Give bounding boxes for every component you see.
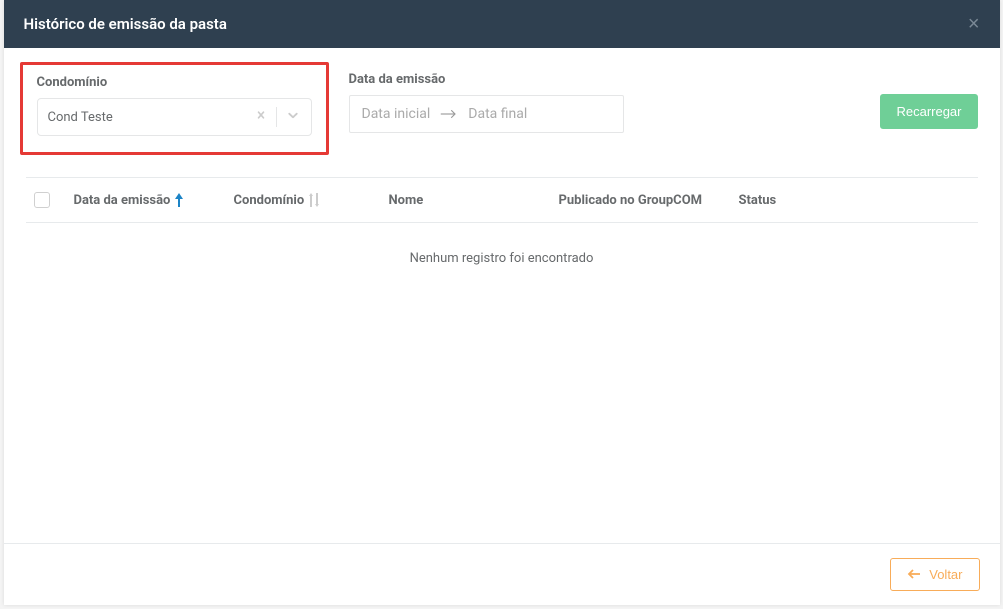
date-filter-group: Data da emissão Data inicial Data final	[349, 68, 624, 133]
column-header-status[interactable]: Status	[739, 193, 859, 208]
sort-icon	[308, 193, 320, 207]
modal-header: Histórico de emissão da pasta ×	[4, 0, 1000, 48]
select-divider	[276, 107, 277, 127]
column-label: Publicado no GroupCOM	[559, 193, 703, 208]
date-range-input[interactable]: Data inicial Data final	[349, 95, 624, 133]
empty-state-message: Nenhum registro foi encontrado	[26, 223, 978, 294]
back-button-label: Voltar	[929, 567, 962, 582]
condominio-label: Condomínio	[37, 75, 312, 90]
select-indicators	[254, 107, 301, 127]
column-header-publicado[interactable]: Publicado no GroupCOM	[559, 193, 739, 208]
table-header-row: Data da emissão Condomínio Nome Publicad…	[26, 178, 978, 223]
date-emissao-label: Data da emissão	[349, 72, 624, 87]
select-all-cell	[34, 192, 74, 208]
condominio-select[interactable]: Cond Teste	[37, 98, 312, 136]
filters-row: Condomínio Cond Teste	[26, 68, 978, 155]
results-table: Data da emissão Condomínio Nome Publicad…	[26, 177, 978, 294]
clear-icon[interactable]	[254, 108, 268, 126]
column-label: Condomínio	[234, 193, 305, 208]
arrow-left-icon	[907, 567, 921, 582]
date-start-placeholder: Data inicial	[362, 106, 431, 122]
column-header-condominio[interactable]: Condomínio	[234, 193, 389, 208]
condominio-filter-group: Condomínio Cond Teste	[37, 75, 312, 136]
column-label: Status	[739, 193, 777, 208]
column-header-nome[interactable]: Nome	[389, 193, 559, 208]
close-icon: ×	[968, 13, 980, 35]
condominio-filter-highlight: Condomínio Cond Teste	[20, 62, 329, 155]
column-header-data-emissao[interactable]: Data da emissão	[74, 193, 234, 208]
column-label: Data da emissão	[74, 193, 171, 208]
arrow-right-icon	[440, 105, 458, 124]
back-button[interactable]: Voltar	[890, 558, 979, 591]
reload-button[interactable]: Recarregar	[880, 94, 977, 129]
date-end-placeholder: Data final	[468, 106, 527, 122]
select-all-checkbox[interactable]	[34, 192, 50, 208]
column-label: Nome	[389, 193, 424, 208]
modal-body: Condomínio Cond Teste	[4, 48, 1000, 543]
modal-dialog: Histórico de emissão da pasta × Condomín…	[4, 0, 1000, 605]
condominio-selected-value: Cond Teste	[48, 110, 254, 125]
chevron-down-icon[interactable]	[285, 107, 301, 127]
sort-asc-icon	[174, 193, 184, 207]
modal-title: Histórico de emissão da pasta	[24, 15, 227, 33]
close-button[interactable]: ×	[968, 14, 980, 34]
modal-footer: Voltar	[4, 543, 1000, 605]
